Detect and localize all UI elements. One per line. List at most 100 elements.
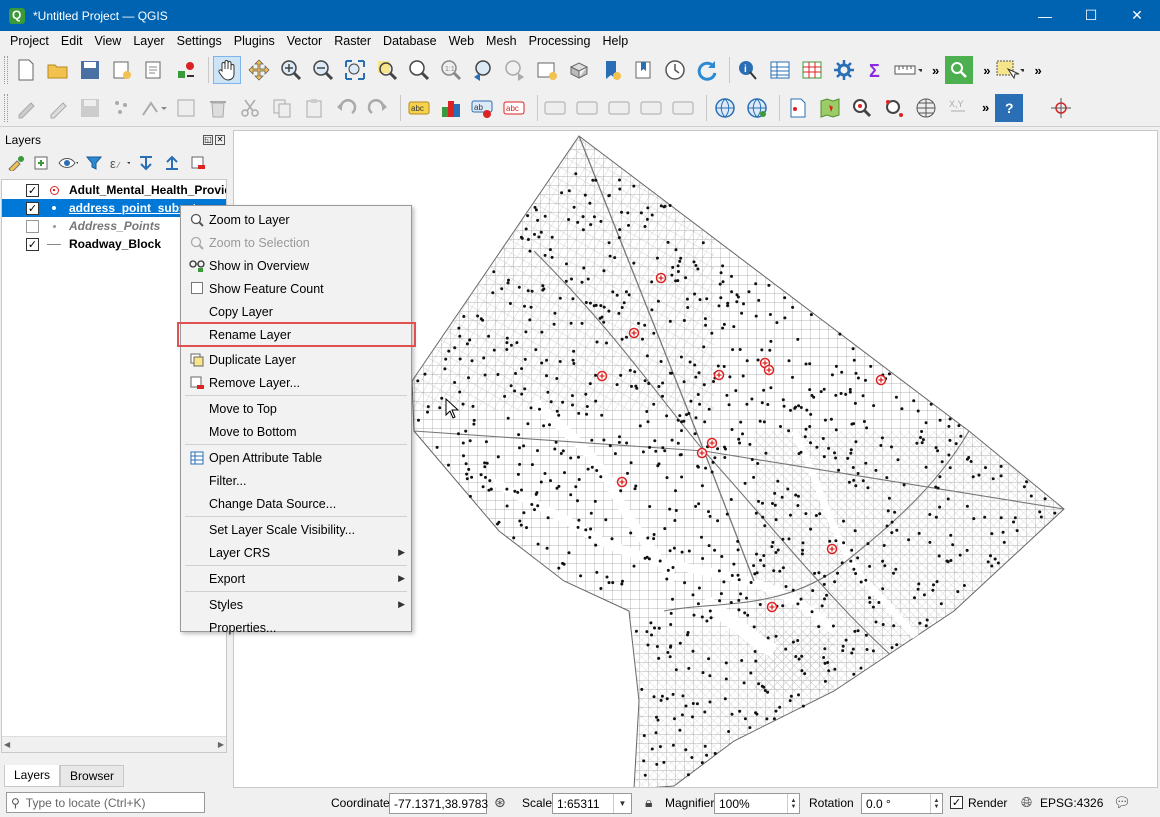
toolbar-more-1[interactable]: »	[932, 63, 939, 78]
layout-manager-icon[interactable]	[140, 56, 168, 84]
menu-processing[interactable]: Processing	[523, 34, 597, 48]
collapse-all-icon[interactable]	[162, 154, 182, 172]
menu-properties[interactable]: Properties...	[181, 616, 411, 639]
menu-styles[interactable]: Styles ▶	[181, 593, 411, 616]
help-icon[interactable]: ?	[995, 93, 1024, 122]
manage-map-themes-icon[interactable]	[58, 154, 78, 172]
spinner-arrows-icon[interactable]: ▲ ▼	[930, 794, 942, 813]
new-bookmark-icon[interactable]	[597, 56, 625, 84]
crs-status[interactable]: EPSG:4326	[1040, 796, 1103, 810]
minimize-button[interactable]: —	[1022, 0, 1068, 31]
lock-scale-icon[interactable]: 🔒︎	[645, 794, 652, 811]
zoom-in-icon[interactable]	[277, 56, 305, 84]
highlight-pinned-labels-icon[interactable]: abc	[501, 94, 529, 122]
new-project-icon[interactable]	[12, 56, 40, 84]
zoom-out-icon[interactable]	[309, 56, 337, 84]
identify-features-icon[interactable]: i	[734, 56, 762, 84]
undo-icon[interactable]	[332, 94, 360, 122]
render-checkbox[interactable]: ✓	[950, 796, 963, 809]
maximize-button[interactable]: ☐	[1068, 0, 1114, 31]
save-edits-icon[interactable]	[76, 94, 104, 122]
coordinate-capture-icon[interactable]: X,Y	[944, 94, 972, 122]
menu-view[interactable]: View	[88, 34, 127, 48]
rotation-spinbox[interactable]: 0.0 ° ▲ ▼	[861, 793, 943, 814]
open-layer-styling-icon[interactable]	[6, 154, 26, 172]
menu-edit[interactable]: Edit	[55, 34, 89, 48]
menu-vector[interactable]: Vector	[281, 34, 328, 48]
menu-move-to-top[interactable]: Move to Top	[181, 397, 411, 420]
scroll-right-icon[interactable]: ▶	[218, 740, 224, 749]
plugin-map-icon[interactable]	[816, 94, 844, 122]
copy-features-icon[interactable]	[268, 94, 296, 122]
toolbar-more-2[interactable]: »	[983, 63, 990, 78]
menu-project[interactable]: Project	[4, 34, 55, 48]
current-edits-icon[interactable]	[12, 94, 40, 122]
menu-show-feature-count[interactable]: Show Feature Count	[181, 277, 411, 300]
nearest-search-icon[interactable]	[880, 94, 908, 122]
menu-set-layer-scale-visibility[interactable]: Set Layer Scale Visibility...	[181, 518, 411, 541]
crs-globe-icon[interactable]: 🌐︎	[1021, 794, 1032, 811]
layer-visibility-checkbox[interactable]: ✓	[26, 183, 39, 197]
layer-row-adult-mental-health[interactable]: ✓ Adult_Mental_Health_Provid	[2, 181, 226, 199]
move-label-icon[interactable]	[606, 94, 634, 122]
globe-grid-icon[interactable]	[912, 94, 940, 122]
zoom-to-layer-icon[interactable]	[405, 56, 433, 84]
toolbar-handle[interactable]	[4, 56, 8, 84]
close-button[interactable]: ✕	[1114, 0, 1160, 31]
menu-plugins[interactable]: Plugins	[228, 34, 281, 48]
add-group-icon[interactable]	[32, 154, 52, 172]
toggle-extents-icon[interactable]: ⊛	[494, 794, 506, 811]
menu-help[interactable]: Help	[596, 34, 634, 48]
toolbar-handle-2[interactable]	[4, 93, 8, 122]
menu-zoom-to-layer[interactable]: Zoom to Layer	[181, 208, 411, 231]
toolbox-icon[interactable]	[830, 56, 858, 84]
menu-remove-layer[interactable]: Remove Layer...	[181, 371, 411, 394]
layer-visibility-checkbox[interactable]	[26, 219, 39, 233]
rotate-label-icon[interactable]	[638, 94, 666, 122]
redo-icon[interactable]	[364, 94, 392, 122]
menu-duplicate-layer[interactable]: Duplicate Layer	[181, 348, 411, 371]
vertex-tool-icon[interactable]	[140, 94, 168, 122]
messages-icon[interactable]: 💬︎	[1113, 794, 1131, 811]
processing-toolbox-icon[interactable]	[945, 56, 974, 84]
add-feature-icon[interactable]	[108, 94, 136, 122]
magnifier-spinbox[interactable]: 100% ▲ ▼	[714, 793, 800, 814]
menu-database[interactable]: Database	[377, 34, 443, 48]
open-project-icon[interactable]	[44, 56, 72, 84]
statistical-summary-icon[interactable]	[798, 56, 826, 84]
style-manager-icon[interactable]	[172, 56, 200, 84]
open-attribute-table-icon[interactable]	[766, 56, 794, 84]
menu-filter[interactable]: Filter...	[181, 469, 411, 492]
tab-layers[interactable]: Layers	[4, 765, 61, 787]
menu-settings[interactable]: Settings	[171, 34, 228, 48]
paste-features-icon[interactable]	[300, 94, 328, 122]
menu-layer[interactable]: Layer	[127, 34, 170, 48]
add-wms-layer-icon[interactable]	[711, 94, 739, 122]
scale-combobox[interactable]: 1:65311 ▼	[552, 793, 632, 814]
crosshair-icon[interactable]	[1047, 94, 1075, 122]
modify-attributes-icon[interactable]	[172, 94, 200, 122]
pan-to-selection-icon[interactable]	[245, 56, 273, 84]
layer-visibility-checkbox[interactable]: ✓	[26, 201, 39, 215]
layer-labeling-icon[interactable]: ab	[469, 94, 497, 122]
horizontal-scrollbar[interactable]: ◀ ▶	[2, 736, 226, 752]
save-project-icon[interactable]	[76, 56, 104, 84]
menu-copy-layer[interactable]: Copy Layer	[181, 300, 411, 323]
show-hide-labels-icon[interactable]	[574, 94, 602, 122]
menu-rename-layer[interactable]: Rename Layer	[177, 322, 416, 347]
menu-open-attribute-table[interactable]: Open Attribute Table	[181, 446, 411, 469]
new-map-view-icon[interactable]	[533, 56, 561, 84]
refresh-icon[interactable]	[693, 56, 721, 84]
georeferencer-icon[interactable]	[784, 94, 812, 122]
close-panel-icon[interactable]: ✕	[215, 135, 225, 145]
new-3d-view-icon[interactable]	[565, 56, 593, 84]
show-bookmarks-icon[interactable]	[629, 56, 657, 84]
feature-count-checkbox[interactable]	[191, 282, 203, 294]
tab-browser[interactable]: Browser	[60, 765, 125, 787]
search-plugin-icon[interactable]	[848, 94, 876, 122]
sum-icon[interactable]: Σ	[862, 56, 890, 84]
pan-map-icon[interactable]	[213, 56, 241, 84]
expand-all-icon[interactable]	[136, 154, 156, 172]
toolbar-more-3[interactable]: »	[1034, 63, 1041, 78]
menu-move-to-bottom[interactable]: Move to Bottom	[181, 420, 411, 443]
